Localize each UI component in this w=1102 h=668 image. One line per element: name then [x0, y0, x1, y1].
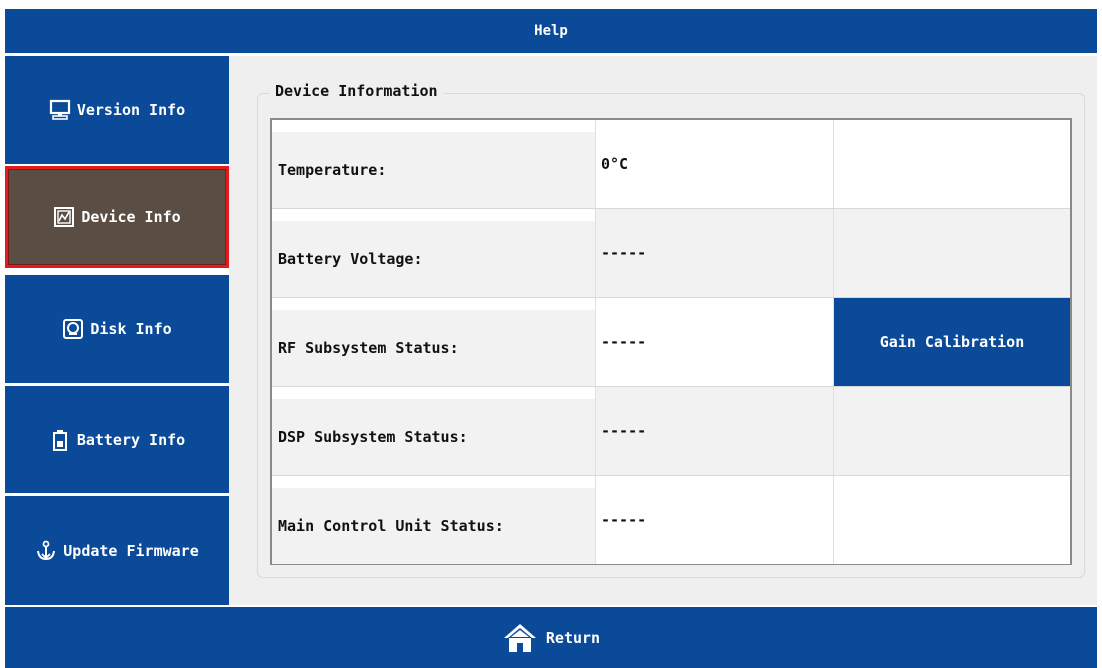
row-extra: [833, 476, 1070, 564]
row-extra: [833, 387, 1070, 475]
device-info-table: Temperature: 0°C Battery Voltage: ----- …: [270, 118, 1072, 565]
monitor-icon: [49, 99, 71, 121]
table-row: RF Subsystem Status: ----- Gain Calibrat…: [272, 298, 1070, 386]
row-label: Temperature:: [278, 161, 387, 179]
row-value: 0°C: [595, 120, 833, 208]
row-value: -----: [595, 387, 833, 475]
page-title: Help: [534, 23, 568, 39]
row-value: -----: [595, 476, 833, 564]
sidebar-item-update-firmware[interactable]: Update Firmware: [5, 496, 229, 605]
row-label: Battery Voltage:: [278, 250, 423, 268]
sidebar-item-version-info[interactable]: Version Info: [5, 56, 229, 164]
table-row: Temperature: 0°C: [272, 120, 1070, 208]
row-label: RF Subsystem Status:: [278, 339, 459, 357]
update-icon: [35, 540, 57, 562]
sidebar-item-label: Device Info: [81, 208, 181, 226]
return-label: Return: [545, 628, 601, 647]
table-row: DSP Subsystem Status: -----: [272, 387, 1070, 475]
help-screen: Help Version Info Device Info Disk Info …: [0, 0, 1102, 668]
home-icon: [502, 622, 538, 654]
row-label: Main Control Unit Status:: [278, 517, 504, 535]
table-row: Battery Voltage: -----: [272, 209, 1070, 297]
table-row: Main Control Unit Status: -----: [272, 476, 1070, 564]
disk-icon: [62, 318, 84, 340]
sidebar-item-disk-info[interactable]: Disk Info: [5, 275, 229, 383]
section-title: Device Information: [269, 82, 444, 100]
sidebar-item-battery-info[interactable]: Battery Info: [5, 386, 229, 493]
battery-icon: [49, 429, 71, 451]
sidebar-item-label: Update Firmware: [63, 541, 199, 560]
row-value: -----: [595, 209, 833, 297]
title-bar: Help: [5, 9, 1097, 53]
sidebar-item-label: Disk Info: [90, 320, 172, 338]
return-button[interactable]: Return: [5, 607, 1097, 668]
gain-calibration-button[interactable]: Gain Calibration: [834, 298, 1070, 386]
sidebar-item-device-info[interactable]: Device Info: [5, 166, 229, 268]
row-value: -----: [595, 298, 833, 386]
row-label: DSP Subsystem Status:: [278, 428, 468, 446]
sidebar: Version Info Device Info Disk Info Batte…: [5, 56, 229, 605]
row-extra: [833, 209, 1070, 297]
device-chart-icon: [53, 206, 75, 228]
sidebar-item-label: Battery Info: [76, 430, 186, 449]
sidebar-item-label: Version Info: [76, 101, 186, 119]
row-extra: [833, 120, 1070, 208]
